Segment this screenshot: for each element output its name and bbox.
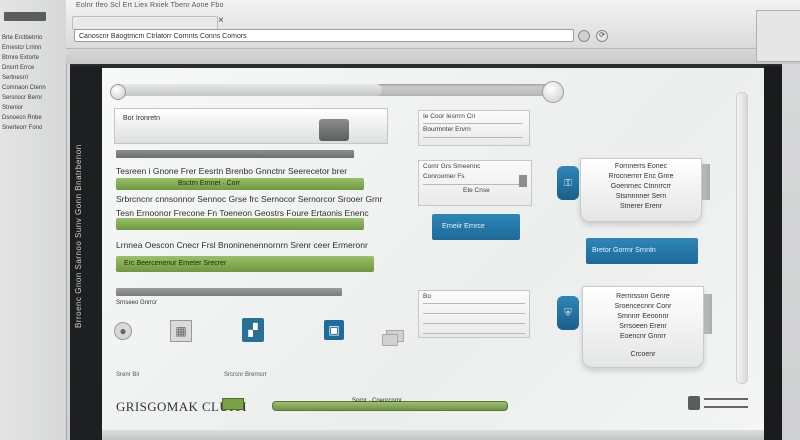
card-text: Crcoenr xyxy=(630,351,656,358)
card-text: Sroencecnnr Conr xyxy=(614,303,672,310)
form-text: Conroomer Fs xyxy=(423,173,465,180)
row-label: Tesn Ernoonor Frecone Fn Toeneon Geostrs… xyxy=(116,208,369,218)
form-line xyxy=(423,323,525,324)
sidebar-item[interactable]: Brte Erctbetrrio xyxy=(2,34,42,42)
menu-line xyxy=(704,398,748,400)
sidebar-header[interactable] xyxy=(4,12,46,21)
settings-panel: Bor Ironretn xyxy=(114,108,388,144)
form-line xyxy=(423,313,525,314)
form-scroll-handle[interactable] xyxy=(519,175,527,187)
bar-label: Erc Beercenenur Erneter Srecrer xyxy=(124,260,227,267)
grid-icon[interactable]: ▦ xyxy=(170,320,192,342)
frame-left: Brroenc Gnon Sarnoo Sunv Gonn Bnatrbenon xyxy=(70,66,102,440)
card-text: Stsmnnner Sern xyxy=(615,193,667,200)
form-text: Ete Cnse xyxy=(463,187,490,194)
form-line xyxy=(423,333,525,334)
form-text: Ie Coor Iesrrrn Cri xyxy=(423,113,476,120)
green-progress-bar[interactable] xyxy=(116,218,364,230)
refresh-icon[interactable]: ⟳ xyxy=(596,30,608,42)
slider-thumb[interactable] xyxy=(542,81,564,103)
address-bar[interactable]: Canoscnr Baogtmcm Ctrlatorr Cornnts Conn… xyxy=(74,29,574,42)
sidebar-item[interactable]: Ernestcr Lrrinn xyxy=(2,44,41,52)
gray-track xyxy=(116,288,342,296)
slider-label: Sornr · Cnenrcnrnr xyxy=(352,398,403,404)
card-text: Fornnerrs Eonec xyxy=(614,163,668,170)
green-progress-bar[interactable]: Bsctrn Ernnet · Corr xyxy=(116,178,364,190)
sidebar-item[interactable]: Dsnoecn Rnbe xyxy=(2,114,42,122)
slider-start-knob[interactable] xyxy=(110,84,126,100)
form-text: Bo xyxy=(423,293,431,300)
form-box[interactable]: Bo xyxy=(418,290,530,338)
form-line xyxy=(423,123,523,124)
key-icon[interactable]: ⚿ xyxy=(557,166,579,200)
frame-right xyxy=(764,66,782,440)
content-canvas: Bor Ironretn Tesreen i Gnone Frer Eesrtn… xyxy=(102,68,764,440)
form-line xyxy=(423,137,523,138)
menu-icon xyxy=(688,396,700,410)
info-card[interactable]: Rernrsson Genre Sroencecnnr Conr Smnnrr … xyxy=(582,286,704,368)
card-text: Goenrnec Ctnnrrcrr xyxy=(610,183,672,190)
card-text: Eoencnr Gnnrr xyxy=(620,333,666,340)
row-label: Srbrcncnr cnnsonnor Sennoc Grse frc Sern… xyxy=(116,194,383,204)
sidebar-item[interactable]: Sertnesrri xyxy=(2,74,28,82)
main-slider[interactable] xyxy=(112,84,554,96)
sidebar-item[interactable]: Strenior xyxy=(2,104,23,112)
card-text: Srrsoeen Erenr xyxy=(619,323,667,330)
row-label: Tesreen i Gnone Frer Eesrtn Brenbo Gnnct… xyxy=(116,166,348,176)
panel-toggle-button[interactable] xyxy=(319,119,349,141)
sidebar-item[interactable]: Dnsrrt Errce xyxy=(2,64,34,72)
title-field[interactable] xyxy=(72,16,218,30)
main-slider-fill xyxy=(112,84,382,96)
menu-button[interactable] xyxy=(688,394,750,412)
structure-icon[interactable]: ▞ xyxy=(242,318,264,342)
card-text: Rrocnernrr Enc Gnre xyxy=(608,173,674,180)
menu-bar[interactable]: Eolnr Ifeo Scl Ert Liex Rxiek Tbenr Aone… xyxy=(76,2,224,9)
document-icon[interactable]: ▣ xyxy=(324,320,344,340)
bar-label: Bsctrn Ernnet · Corr xyxy=(178,180,241,187)
window-edge xyxy=(756,10,800,62)
form-box[interactable]: Comr Grs Smeennc Conroomer Fs Ete Cnse xyxy=(418,160,532,206)
canvas-bottom-edge xyxy=(102,430,764,440)
icon-row: ● ▦ ▞ ▣ xyxy=(114,316,404,346)
shield-icon[interactable]: ⛨ xyxy=(557,296,579,330)
footer-label: Srcrcnr Brernsrr xyxy=(224,372,267,378)
form-line xyxy=(423,303,525,304)
green-action-bar[interactable]: Erc Beercenenur Erneter Srecrer xyxy=(116,256,374,272)
menu-line xyxy=(704,406,748,408)
sidebar: Brte Erctbetrrio Ernestcr Lrrinn Btrnre … xyxy=(0,0,67,440)
primary-button[interactable]: Erneiir Ernrce xyxy=(432,214,520,240)
title-badge xyxy=(222,398,244,410)
toolbar-divider xyxy=(66,48,800,49)
footer-label: Srenr Bir xyxy=(116,372,140,378)
close-icon[interactable]: × xyxy=(218,15,224,26)
panel-label: Bor Ironretn xyxy=(123,115,160,122)
card-text: Smnnrr Eeoonnr xyxy=(617,313,669,320)
sidebar-item[interactable]: Btrnre Extorte xyxy=(2,54,39,62)
row-label: Lrnnea Oescon Cnecr Frsl Bnoninenennornr… xyxy=(116,240,368,250)
secondary-button[interactable]: Bretor Gorrnr Srnntn xyxy=(586,238,698,264)
progress-track xyxy=(116,150,354,158)
card-text: Rernrsson Genre xyxy=(616,293,670,300)
browser-toolbar: Eolnr Ifeo Scl Ert Liex Rxiek Tbenr Aone… xyxy=(66,0,800,64)
nav-button[interactable] xyxy=(578,30,590,42)
form-box[interactable]: Ie Coor Iesrrrn Cri Bourmnter Ervrn xyxy=(418,110,530,146)
vertical-scrollbar[interactable] xyxy=(736,92,748,384)
small-toggle[interactable] xyxy=(382,334,398,346)
form-text: Comr Grs Smeennc xyxy=(423,163,481,170)
form-text: Bourmnter Ervrn xyxy=(423,126,471,133)
person-icon[interactable]: ● xyxy=(114,322,132,340)
info-card[interactable]: Fornnerrs Eonec Rrocnernrr Enc Gnre Goen… xyxy=(580,158,702,222)
track-label: Srnseeo Gnrrcr xyxy=(116,300,158,306)
card-text: Stnerer Erenr xyxy=(619,203,663,210)
frame-vertical-text: Brroenc Gnon Sarnoo Sunv Gonn Bnatrbenon xyxy=(74,144,83,328)
sidebar-item[interactable]: Sersnocr Bernr xyxy=(2,94,42,102)
sidebar-item[interactable]: Comnaon Ctenn xyxy=(2,84,46,92)
form-line xyxy=(423,184,519,185)
sidebar-item[interactable]: Snerteorr Fono xyxy=(2,124,42,132)
